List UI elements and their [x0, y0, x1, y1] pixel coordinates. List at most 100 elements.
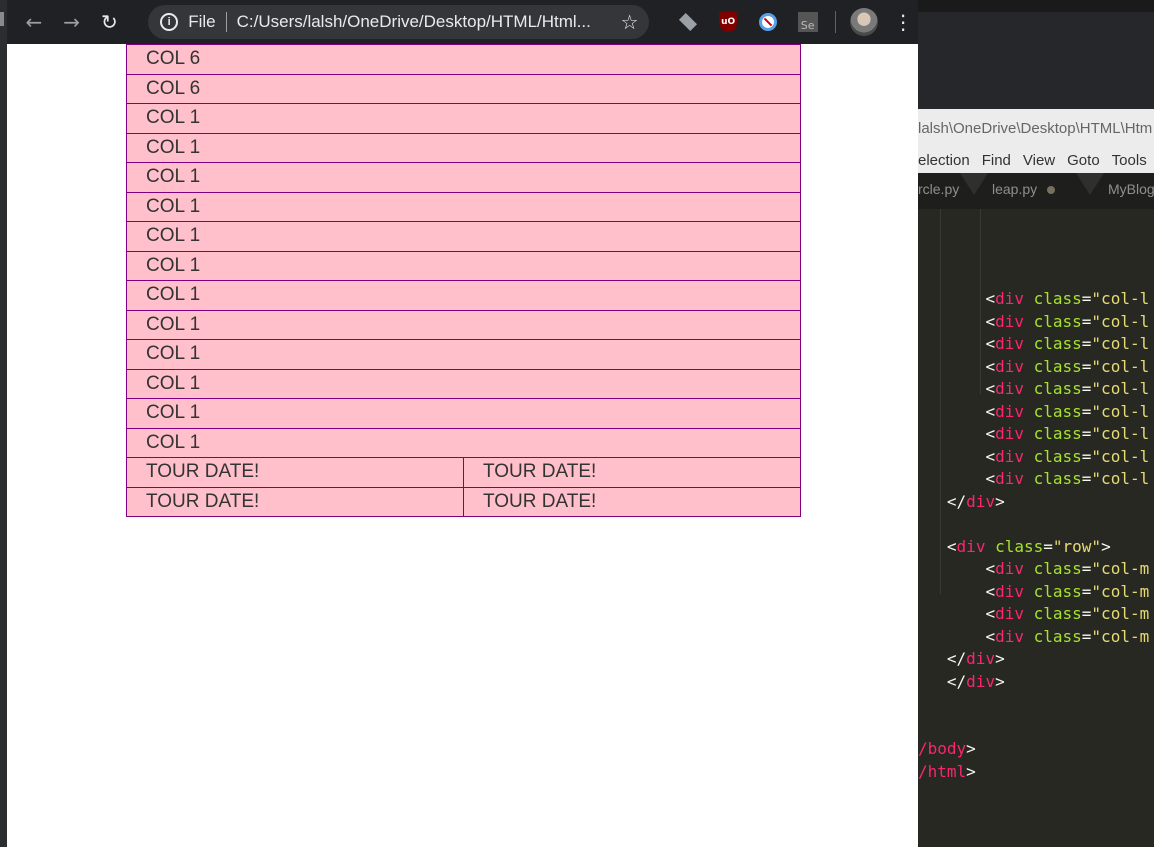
code-token: >	[966, 739, 976, 758]
code-token: <	[985, 559, 996, 578]
code-token: <	[985, 401, 996, 421]
code-token: <	[985, 379, 996, 398]
code-token: "col-l	[1091, 379, 1150, 398]
code-area[interactable]: <div class="col-l <div class="col-l <div…	[918, 209, 1154, 783]
code-line: <div class="col-l	[918, 446, 1154, 469]
code-token: "col-m	[1091, 626, 1150, 646]
menu-selection[interactable]: election	[918, 152, 970, 169]
grid-cell: COL 1	[126, 162, 801, 193]
tab-leap-py-label: leap.py	[992, 181, 1038, 197]
code-token: =	[1081, 311, 1092, 331]
extension-ublock-button[interactable]: uO	[708, 4, 748, 40]
desktop-edge-mark	[0, 12, 4, 26]
profile-avatar[interactable]	[850, 8, 879, 36]
code-token: "col-l	[1091, 289, 1150, 308]
grid-cell: COL 6	[126, 44, 801, 75]
code-line: <div class="col-m	[918, 603, 1154, 626]
url-text[interactable]: C:/Users/lalsh/OneDrive/Desktop/HTML/Htm…	[237, 12, 607, 32]
code-token: =	[1081, 356, 1092, 376]
grid-row: COL 1	[126, 368, 801, 399]
code-token: /	[918, 739, 928, 758]
extension-selenium-button[interactable]: Se	[788, 4, 828, 40]
code-line: <div class="row">	[918, 536, 1154, 559]
no-entry-icon	[758, 13, 777, 31]
menu-tools[interactable]: Tools	[1112, 152, 1147, 169]
code-token: >	[1101, 536, 1111, 556]
grid-cell: COL 1	[126, 132, 801, 163]
code-token: div	[995, 379, 1024, 398]
code-token: class	[1023, 334, 1082, 353]
back-button[interactable]: ←	[15, 4, 53, 40]
code-token: class	[1023, 401, 1082, 421]
arrow-right-icon: →	[63, 10, 80, 34]
code-token: div	[995, 604, 1024, 623]
grid-cell: COL 1	[126, 398, 801, 429]
code-token: div	[995, 559, 1024, 578]
code-token: /	[918, 761, 928, 781]
code-token: "col-l	[1091, 401, 1150, 421]
tab-leap-py[interactable]: leap.py	[992, 181, 1056, 197]
grid-row: TOUR DATE! TOUR DATE!	[126, 486, 801, 517]
grid-cell: COL 1	[126, 427, 801, 458]
omnibox-divider	[225, 12, 227, 32]
menu-find[interactable]: Find	[982, 152, 1011, 169]
code-token: div	[995, 581, 1024, 601]
grid-cell: COL 1	[126, 280, 801, 311]
code-line: <div class="col-l	[918, 423, 1154, 446]
grid-cell: COL 1	[126, 191, 801, 222]
editor-title: lalsh\OneDrive\Desktop\HTML\Htm	[918, 119, 1153, 137]
code-token: =	[1081, 581, 1092, 601]
bookmark-star-icon[interactable]: ☆	[621, 10, 639, 35]
code-line: <div class="col-m	[918, 558, 1154, 581]
code-token: "col-l	[1091, 356, 1150, 376]
info-icon[interactable]: i	[160, 13, 179, 31]
code-token: div	[995, 311, 1024, 331]
code-token: class	[1023, 311, 1082, 331]
code-token: class	[1023, 469, 1082, 488]
code-token: <	[985, 334, 996, 353]
code-line: <div class="col-l	[918, 401, 1154, 424]
unsaved-dot-icon	[1047, 186, 1056, 195]
grid-cell: COL 1	[126, 250, 801, 281]
editor-tabbar: rcle.py leap.py MyBlog	[918, 173, 1154, 209]
ublock-icon: uO	[719, 12, 738, 32]
code-token: <	[985, 289, 996, 308]
grid-cell: COL 1	[126, 309, 801, 340]
code-token: <	[985, 424, 996, 443]
code-token: div	[995, 446, 1024, 466]
code-token: =	[1081, 604, 1092, 623]
code-token: <	[946, 536, 957, 556]
browser-window: ← → ↻ i File C:/Users/lalsh/OneDrive/Des…	[7, 0, 918, 847]
code-token: class	[1023, 446, 1082, 466]
extension-layers-button[interactable]	[669, 4, 709, 40]
tab-circle-py[interactable]: rcle.py	[918, 181, 959, 197]
editor-titlebar: lalsh\OneDrive\Desktop\HTML\Htm	[918, 109, 1154, 147]
forward-button[interactable]: →	[53, 4, 91, 40]
menu-view[interactable]: View	[1023, 152, 1055, 169]
code-token: =	[1081, 424, 1092, 443]
reload-button[interactable]: ↻	[90, 4, 128, 40]
grid-cell: COL 1	[126, 221, 801, 252]
grid-row: COL 1	[126, 162, 801, 193]
extension-block-button[interactable]	[748, 4, 788, 40]
grid-row: COL 1	[126, 280, 801, 311]
grid-row: COL 1	[126, 221, 801, 252]
browser-menu-button[interactable]: ⋮	[888, 4, 918, 40]
menu-goto[interactable]: Goto	[1067, 152, 1100, 169]
tab-myblog[interactable]: MyBlog	[1108, 181, 1154, 197]
address-bar[interactable]: i File C:/Users/lalsh/OneDrive/Desktop/H…	[148, 5, 649, 39]
code-token: </	[946, 671, 967, 691]
code-token: <	[985, 311, 996, 331]
code-line: <div class="col-l	[918, 333, 1154, 356]
toolbar-divider	[835, 11, 837, 33]
arrow-left-icon: ←	[25, 10, 43, 34]
code-line: <div class="col-m	[918, 581, 1154, 604]
